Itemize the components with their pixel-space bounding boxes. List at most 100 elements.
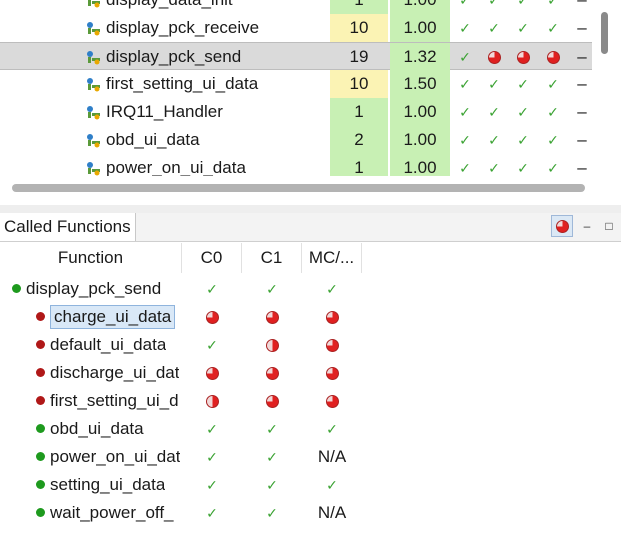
function-name-cell: first_setting_ui_data	[86, 72, 258, 96]
called-function-name: setting_ui_data	[50, 475, 166, 494]
dash-cell: –	[577, 130, 587, 149]
check-icon: ✓	[459, 19, 471, 36]
called-function-row[interactable]: discharge_ui_dat	[0, 359, 621, 387]
check-icon: ✓	[459, 0, 471, 9]
column-header-mc[interactable]: MC/...	[302, 243, 362, 273]
minimize-button[interactable]: –	[576, 215, 598, 237]
function-icon	[86, 76, 102, 92]
called-function-row[interactable]: power_on_ui_dat ✓ ✓ N/A	[0, 443, 621, 471]
coverage-cell-c1: ✓	[242, 415, 302, 443]
coverage-table-row[interactable]: power_on_ui_data 1 1.00 ✓ ✓ ✓ ✓ –	[0, 154, 592, 176]
coverage-table-row[interactable]: display_data_init 11.00 ✓ ✓ ✓ ✓ –	[0, 0, 592, 14]
check-icon: ✓	[206, 420, 218, 437]
column-header-function[interactable]: Function	[0, 243, 182, 273]
called-function-row[interactable]: first_setting_ui_d	[0, 387, 621, 415]
coverage-cell: ✓	[450, 0, 480, 14]
called-function-row[interactable]: display_pck_send ✓ ✓ ✓	[0, 275, 621, 303]
coverage-toggle-button[interactable]	[551, 215, 573, 237]
function-name-cell: display_pck_receive	[86, 16, 259, 40]
coverage-table: display_data_init11.00✓✓✓✓–display_pck_r…	[0, 0, 592, 176]
dash-cell: –	[577, 18, 587, 37]
coverage-cell: ✓	[450, 14, 480, 42]
check-icon: ✓	[547, 75, 559, 92]
call-count-cell: 2	[330, 126, 388, 154]
called-function-row[interactable]: setting_ui_data ✓ ✓ ✓	[0, 471, 621, 499]
check-icon: ✓	[266, 280, 278, 297]
dash-cell: –	[577, 47, 587, 66]
check-icon: ✓	[517, 19, 529, 36]
dash-cell: –	[577, 158, 587, 176]
called-function-row[interactable]: charge_ui_data	[0, 303, 621, 331]
called-functions-view: Called Functions – □ Function C0 C1 MC/.…	[0, 213, 621, 544]
status-dot-icon	[36, 508, 45, 517]
called-function-name: charge_ui_data	[50, 305, 176, 329]
call-count-cell: 19	[349, 47, 369, 66]
coverage-cell-c1	[242, 331, 302, 359]
partial-coverage-pie-icon	[325, 310, 339, 324]
horizontal-scrollbar[interactable]	[0, 178, 592, 198]
called-function-row[interactable]: default_ui_data ✓	[0, 331, 621, 359]
coverage-cell: ✓	[538, 98, 568, 126]
called-function-name: wait_power_off_	[50, 503, 174, 522]
partial-coverage-pie-icon	[265, 366, 279, 380]
coverage-cell-mc	[302, 359, 362, 387]
ratio-cell: 1.00	[390, 126, 450, 154]
ratio-cell: 1.00	[390, 98, 450, 126]
coverage-cell-mc: ✓	[302, 471, 362, 499]
called-function-row[interactable]: obd_ui_data ✓ ✓ ✓	[0, 415, 621, 443]
ratio-cell: 1.32	[390, 43, 450, 71]
coverage-cell: ✓	[538, 0, 568, 14]
coverage-table-row[interactable]: first_setting_ui_data 10 1.50 ✓ ✓ ✓ ✓ –	[0, 70, 592, 98]
check-icon: ✓	[459, 131, 471, 148]
coverage-cell-mc: N/A	[317, 503, 347, 522]
function-name-cell: IRQ11_Handler	[86, 100, 223, 124]
tab-label: Called Functions	[4, 217, 131, 236]
half-coverage-pie-icon	[265, 338, 279, 352]
status-dot-icon	[36, 312, 45, 321]
status-dot-icon	[36, 424, 45, 433]
coverage-cell: ✓	[508, 98, 538, 126]
coverage-cell-c1	[242, 387, 302, 415]
coverage-table-pane: display_data_init11.00✓✓✓✓–display_pck_r…	[0, 0, 621, 205]
column-header-c0[interactable]: C0	[182, 243, 242, 273]
dash-cell: –	[574, 0, 590, 14]
coverage-cell: ✓	[479, 14, 509, 42]
coverage-table-row[interactable]: obd_ui_data 2 1.00 ✓ ✓ ✓ ✓ –	[0, 126, 592, 154]
dash-cell: –	[577, 102, 587, 121]
view-header: Called Functions – □	[0, 213, 621, 242]
coverage-cell: ✓	[538, 126, 568, 154]
check-icon: ✓	[517, 103, 529, 120]
coverage-cell: ✓	[508, 126, 538, 154]
coverage-table-row[interactable]: display_pck_send 19 1.32 ✓ –	[0, 42, 592, 71]
coverage-cell-mc: N/A	[317, 447, 347, 466]
coverage-cell: ✓	[450, 70, 480, 98]
vertical-scrollbar[interactable]	[596, 0, 614, 176]
dash-cell: –	[577, 74, 587, 93]
check-icon: ✓	[326, 476, 338, 493]
coverage-cell-c0: ✓	[182, 471, 242, 499]
function-name-cell: display_data_init	[86, 0, 233, 12]
tab-called-functions[interactable]: Called Functions	[0, 213, 136, 241]
call-count-cell: 1	[330, 0, 388, 14]
ratio-cell: 1.00	[390, 14, 450, 42]
function-icon	[86, 132, 102, 148]
coverage-table-row[interactable]: display_pck_receive 10 1.00 ✓ ✓ ✓ ✓ –	[0, 14, 592, 42]
coverage-cell-c0	[182, 359, 242, 387]
status-dot-icon	[36, 340, 45, 349]
function-icon	[86, 160, 102, 176]
column-header-c1[interactable]: C1	[242, 243, 302, 273]
maximize-button[interactable]: □	[598, 215, 620, 237]
coverage-cell: ✓	[479, 0, 509, 14]
horizontal-scroll-thumb[interactable]	[12, 184, 585, 192]
check-icon: ✓	[547, 0, 559, 9]
ratio-cell: 1.00	[390, 0, 450, 14]
called-function-row[interactable]: wait_power_off_ ✓ ✓ N/A	[0, 499, 621, 527]
status-dot-icon	[36, 396, 45, 405]
coverage-cell: ✓	[450, 126, 480, 154]
check-icon: ✓	[266, 504, 278, 521]
vertical-scroll-thumb[interactable]	[601, 12, 608, 54]
status-dot-icon	[36, 368, 45, 377]
coverage-table-row[interactable]: IRQ11_Handler 1 1.00 ✓ ✓ ✓ ✓ –	[0, 98, 592, 126]
coverage-cell: ✓	[508, 14, 538, 42]
called-function-name: discharge_ui_dat	[50, 363, 180, 382]
